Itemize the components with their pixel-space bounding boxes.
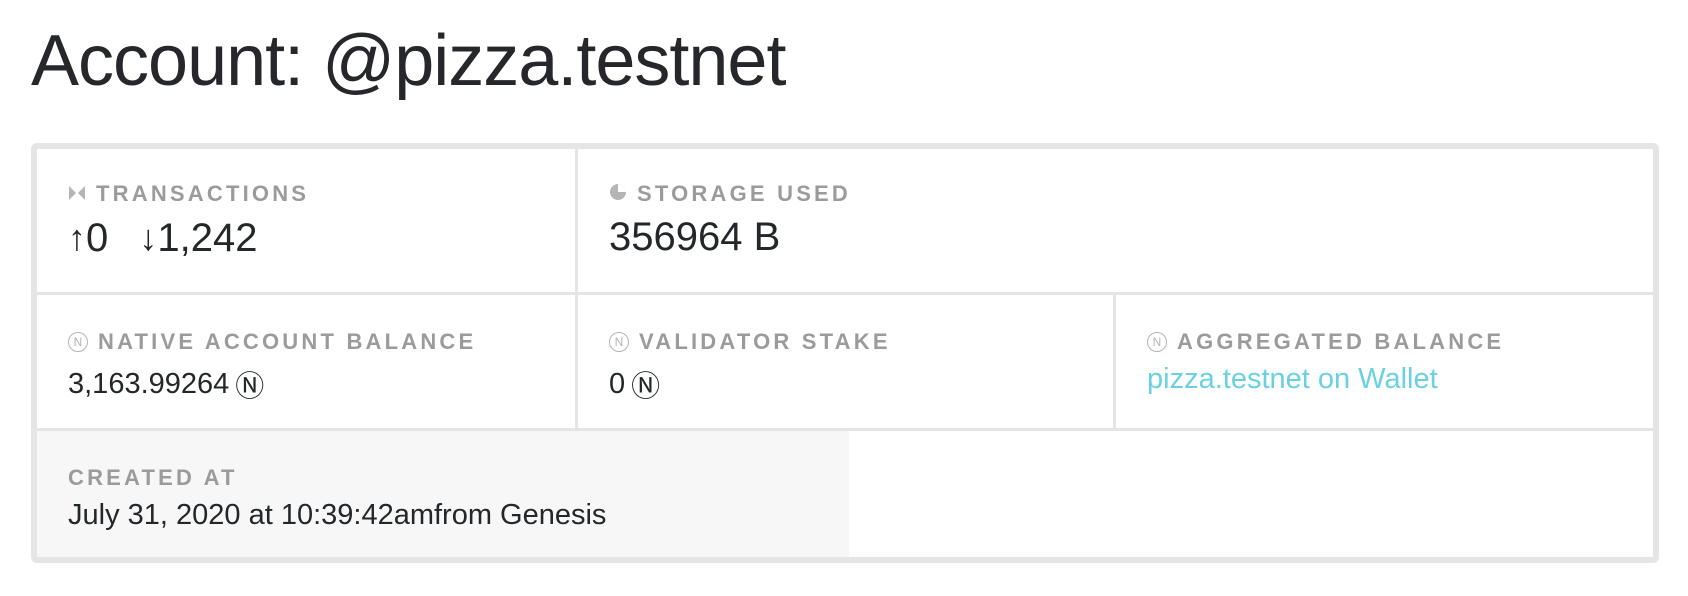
validator-stake-value: 0 Ⓝ [609, 363, 1113, 405]
validator-stake-amount: 0 [609, 367, 626, 400]
native-balance-amount: 3,163.99264 [68, 367, 230, 400]
transactions-value: ↑ 0 ↓ 1,242 [68, 213, 575, 262]
storage-used-value: 356964 B [609, 215, 781, 259]
validator-stake-label: N VALIDATOR STAKE [609, 329, 1113, 355]
storage-used-cell: STORAGE USED 356964 B [578, 149, 1653, 295]
near-icon: N [68, 332, 88, 352]
received-count: ↓ 1,242 [139, 214, 257, 262]
storage-used-label: STORAGE USED [609, 181, 1653, 207]
validator-stake-cell: N VALIDATOR STAKE 0 Ⓝ [578, 295, 1116, 431]
received-count-value: 1,242 [157, 215, 258, 260]
aggregated-balance-label-text: AGGREGATED BALANCE [1177, 329, 1505, 354]
arrow-down-icon: ↓ [139, 217, 158, 258]
near-unit-icon: Ⓝ [235, 371, 265, 403]
near-icon: N [609, 332, 629, 352]
validator-stake-label-text: VALIDATOR STAKE [639, 329, 891, 354]
created-at-label: CREATED AT [68, 465, 238, 490]
arrow-up-icon: ↑ [68, 217, 86, 258]
page-title: Account: @pizza.testnet [31, 21, 786, 101]
aggregated-balance-label: N AGGREGATED BALANCE [1147, 329, 1653, 355]
wallet-link[interactable]: pizza.testnet on Wallet [1147, 363, 1438, 396]
transactions-cell: TRANSACTIONS ↑ 0 ↓ 1,242 [37, 149, 578, 295]
account-details-card: TRANSACTIONS ↑ 0 ↓ 1,242 STORAGE USED 35… [31, 143, 1659, 563]
storage-used-label-text: STORAGE USED [637, 181, 852, 206]
transactions-icon [68, 181, 86, 207]
transactions-label-text: TRANSACTIONS [96, 181, 310, 206]
near-icon: N [1147, 332, 1167, 352]
aggregated-balance-cell: N AGGREGATED BALANCE pizza.testnet on Wa… [1116, 295, 1653, 431]
aggregated-balance-value: pizza.testnet on Wallet [1147, 363, 1653, 396]
sent-count-value: 0 [86, 215, 109, 260]
near-unit-icon: Ⓝ [631, 371, 661, 403]
native-balance-label-text: NATIVE ACCOUNT BALANCE [98, 329, 477, 354]
native-balance-value: 3,163.99264 Ⓝ [68, 363, 575, 405]
created-at-value: July 31, 2020 at 10:39:42amfrom Genesis [68, 499, 607, 531]
native-balance-cell: N NATIVE ACCOUNT BALANCE 3,163.99264 Ⓝ [37, 295, 578, 431]
sent-count: ↑ 0 [68, 214, 108, 262]
created-at-cell: CREATED AT July 31, 2020 at 10:39:42amfr… [37, 431, 849, 557]
native-balance-label: N NATIVE ACCOUNT BALANCE [68, 329, 575, 355]
pie-icon [609, 181, 627, 207]
transactions-label: TRANSACTIONS [68, 181, 575, 207]
